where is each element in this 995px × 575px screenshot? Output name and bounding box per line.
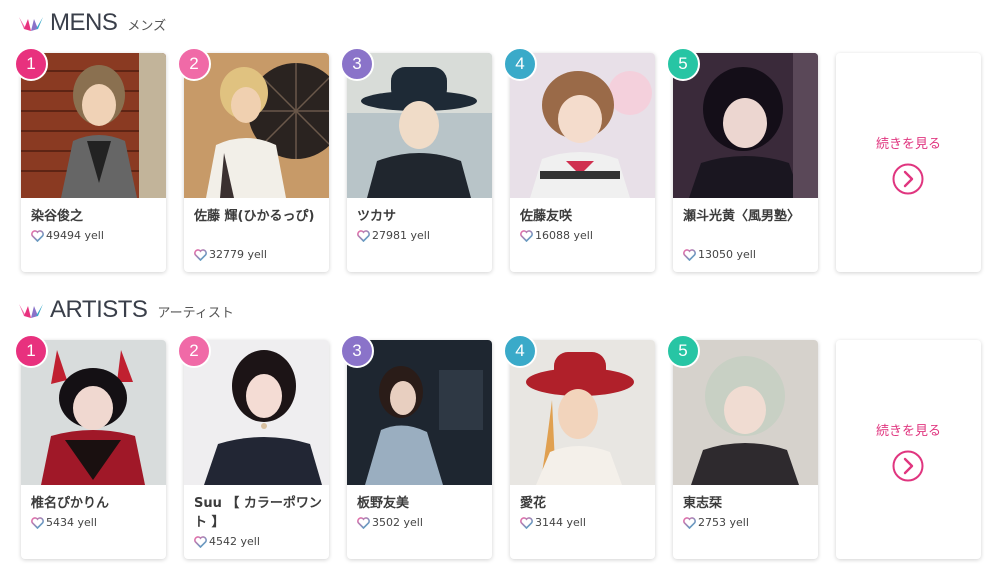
rank-badge: 3 bbox=[340, 334, 374, 368]
yell-count: 2753 yell bbox=[683, 516, 749, 529]
heart-icon bbox=[520, 229, 533, 242]
artists-header: ARTISTS アーティスト bbox=[18, 295, 234, 325]
yell-count: 5434 yell bbox=[31, 516, 97, 529]
rank-badge: 4 bbox=[503, 334, 537, 368]
ranking-card[interactable]: 2 佐藤 輝(ひかるっぴ) 32779 yell bbox=[177, 47, 329, 272]
chevron-right-circle-icon bbox=[892, 450, 924, 482]
card-name[interactable]: Suu 【 カラーポワント 】 bbox=[194, 494, 322, 532]
ranking-card[interactable]: 3 板野友美 3502 yell bbox=[340, 334, 492, 559]
ranking-card[interactable]: 4 佐藤友咲 16088 yell bbox=[503, 47, 655, 272]
section-subtitle: アーティスト bbox=[157, 305, 234, 321]
card-name[interactable]: 佐藤友咲 bbox=[520, 207, 648, 226]
section-title: MENS bbox=[50, 9, 118, 36]
section-title: ARTISTS bbox=[50, 296, 148, 323]
yell-count: 3502 yell bbox=[357, 516, 423, 529]
card-name[interactable]: 瀬斗光黄〈風男塾〉 bbox=[683, 207, 811, 226]
yell-value: 13050 yell bbox=[698, 248, 756, 261]
heart-icon bbox=[683, 248, 696, 261]
heart-icon bbox=[520, 516, 533, 529]
crown-logo-icon bbox=[19, 304, 43, 318]
yell-value: 2753 yell bbox=[698, 516, 749, 529]
yell-value: 49494 yell bbox=[46, 229, 104, 242]
yell-count: 16088 yell bbox=[520, 229, 593, 242]
yell-value: 32779 yell bbox=[209, 248, 267, 261]
rank-badge: 1 bbox=[14, 47, 48, 81]
crown-logo-icon bbox=[19, 17, 43, 31]
yell-count: 32779 yell bbox=[194, 248, 267, 261]
yell-value: 27981 yell bbox=[372, 229, 430, 242]
heart-icon bbox=[194, 535, 207, 548]
see-more-label: 続きを見る bbox=[875, 424, 941, 439]
card-name[interactable]: 染谷俊之 bbox=[31, 207, 159, 226]
yell-count: 49494 yell bbox=[31, 229, 104, 242]
yell-value: 5434 yell bbox=[46, 516, 97, 529]
rank-badge: 2 bbox=[177, 334, 211, 368]
rank-badge: 1 bbox=[14, 334, 48, 368]
ranking-card[interactable]: 2 Suu 【 カラーポワント 】 4542 yell bbox=[177, 334, 329, 559]
ranking-card[interactable]: 4 愛花 3144 yell bbox=[503, 334, 655, 559]
card-name[interactable]: 板野友美 bbox=[357, 494, 485, 513]
heart-icon bbox=[31, 229, 44, 242]
ranking-card[interactable]: 1 椎名ぴかりん 5434 yell bbox=[14, 334, 166, 559]
card-name[interactable]: 椎名ぴかりん bbox=[31, 494, 159, 513]
yell-value: 16088 yell bbox=[535, 229, 593, 242]
yell-count: 4542 yell bbox=[194, 535, 260, 548]
heart-icon bbox=[357, 229, 370, 242]
heart-icon bbox=[683, 516, 696, 529]
rank-badge: 4 bbox=[503, 47, 537, 81]
rank-badge: 2 bbox=[177, 47, 211, 81]
yell-count: 27981 yell bbox=[357, 229, 430, 242]
heart-icon bbox=[357, 516, 370, 529]
yell-value: 4542 yell bbox=[209, 535, 260, 548]
ranking-card[interactable]: 5 瀬斗光黄〈風男塾〉 13050 yell bbox=[666, 47, 818, 272]
see-more-button[interactable]: 続きを見る bbox=[836, 340, 981, 559]
yell-count: 13050 yell bbox=[683, 248, 756, 261]
heart-icon bbox=[194, 248, 207, 261]
yell-value: 3502 yell bbox=[372, 516, 423, 529]
chevron-right-circle-icon bbox=[892, 163, 924, 195]
rank-badge: 5 bbox=[666, 334, 700, 368]
section-subtitle: メンズ bbox=[127, 18, 167, 34]
yell-count: 3144 yell bbox=[520, 516, 586, 529]
see-more-label: 続きを見る bbox=[875, 137, 941, 152]
ranking-card[interactable]: 3 ツカサ 27981 yell bbox=[340, 47, 492, 272]
ranking-card[interactable]: 1 染谷俊之 49494 yell bbox=[14, 47, 166, 272]
card-name[interactable]: 東志栞 bbox=[683, 494, 811, 513]
rank-badge: 3 bbox=[340, 47, 374, 81]
ranking-card[interactable]: 5 東志栞 2753 yell bbox=[666, 334, 818, 559]
heart-icon bbox=[31, 516, 44, 529]
card-name[interactable]: 愛花 bbox=[520, 494, 648, 513]
rank-badge: 5 bbox=[666, 47, 700, 81]
card-name[interactable]: 佐藤 輝(ひかるっぴ) bbox=[194, 207, 322, 226]
see-more-button[interactable]: 続きを見る bbox=[836, 53, 981, 272]
mens-header: MENS メンズ bbox=[18, 8, 166, 38]
yell-value: 3144 yell bbox=[535, 516, 586, 529]
card-name[interactable]: ツカサ bbox=[357, 207, 485, 226]
